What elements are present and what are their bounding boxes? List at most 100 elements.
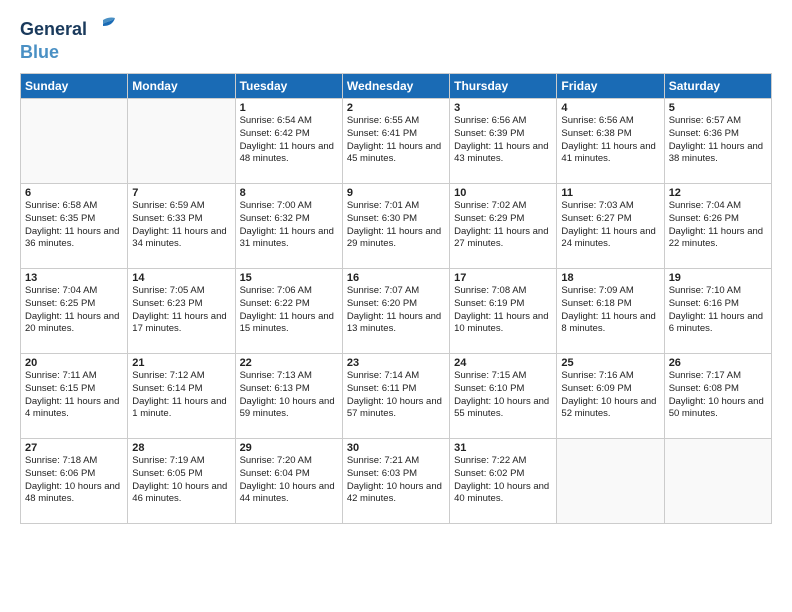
- header-saturday: Saturday: [664, 74, 771, 99]
- day-number: 17: [454, 272, 552, 284]
- day-info: Sunrise: 7:06 AM Sunset: 6:22 PM Dayligh…: [240, 285, 338, 336]
- calendar-cell: 27Sunrise: 7:18 AM Sunset: 6:06 PM Dayli…: [21, 439, 128, 524]
- day-info: Sunrise: 7:15 AM Sunset: 6:10 PM Dayligh…: [454, 370, 552, 421]
- day-info: Sunrise: 7:05 AM Sunset: 6:23 PM Dayligh…: [132, 285, 230, 336]
- day-info: Sunrise: 6:58 AM Sunset: 6:35 PM Dayligh…: [25, 200, 123, 251]
- day-number: 12: [669, 187, 767, 199]
- day-info: Sunrise: 6:56 AM Sunset: 6:38 PM Dayligh…: [561, 115, 659, 166]
- header-thursday: Thursday: [450, 74, 557, 99]
- day-number: 9: [347, 187, 445, 199]
- day-number: 8: [240, 187, 338, 199]
- logo-blue: Blue: [20, 42, 117, 63]
- calendar-cell: 29Sunrise: 7:20 AM Sunset: 6:04 PM Dayli…: [235, 439, 342, 524]
- calendar-cell: [557, 439, 664, 524]
- calendar-cell: 10Sunrise: 7:02 AM Sunset: 6:29 PM Dayli…: [450, 184, 557, 269]
- day-number: 11: [561, 187, 659, 199]
- calendar-cell: [128, 99, 235, 184]
- calendar-cell: 5Sunrise: 6:57 AM Sunset: 6:36 PM Daylig…: [664, 99, 771, 184]
- calendar-cell: 17Sunrise: 7:08 AM Sunset: 6:19 PM Dayli…: [450, 269, 557, 354]
- day-number: 13: [25, 272, 123, 284]
- day-number: 16: [347, 272, 445, 284]
- day-info: Sunrise: 7:17 AM Sunset: 6:08 PM Dayligh…: [669, 370, 767, 421]
- calendar-cell: 16Sunrise: 7:07 AM Sunset: 6:20 PM Dayli…: [342, 269, 449, 354]
- day-info: Sunrise: 7:10 AM Sunset: 6:16 PM Dayligh…: [669, 285, 767, 336]
- calendar-cell: 26Sunrise: 7:17 AM Sunset: 6:08 PM Dayli…: [664, 354, 771, 439]
- day-number: 26: [669, 357, 767, 369]
- header-sunday: Sunday: [21, 74, 128, 99]
- calendar-cell: 24Sunrise: 7:15 AM Sunset: 6:10 PM Dayli…: [450, 354, 557, 439]
- calendar-cell: 3Sunrise: 6:56 AM Sunset: 6:39 PM Daylig…: [450, 99, 557, 184]
- day-number: 25: [561, 357, 659, 369]
- day-number: 29: [240, 442, 338, 454]
- calendar-week-row: 20Sunrise: 7:11 AM Sunset: 6:15 PM Dayli…: [21, 354, 772, 439]
- day-number: 5: [669, 102, 767, 114]
- calendar-cell: 9Sunrise: 7:01 AM Sunset: 6:30 PM Daylig…: [342, 184, 449, 269]
- day-info: Sunrise: 7:02 AM Sunset: 6:29 PM Dayligh…: [454, 200, 552, 251]
- calendar-cell: 12Sunrise: 7:04 AM Sunset: 6:26 PM Dayli…: [664, 184, 771, 269]
- calendar-cell: 8Sunrise: 7:00 AM Sunset: 6:32 PM Daylig…: [235, 184, 342, 269]
- day-number: 10: [454, 187, 552, 199]
- day-number: 2: [347, 102, 445, 114]
- day-info: Sunrise: 7:08 AM Sunset: 6:19 PM Dayligh…: [454, 285, 552, 336]
- day-info: Sunrise: 6:56 AM Sunset: 6:39 PM Dayligh…: [454, 115, 552, 166]
- calendar-cell: 13Sunrise: 7:04 AM Sunset: 6:25 PM Dayli…: [21, 269, 128, 354]
- calendar-week-row: 27Sunrise: 7:18 AM Sunset: 6:06 PM Dayli…: [21, 439, 772, 524]
- calendar-cell: 18Sunrise: 7:09 AM Sunset: 6:18 PM Dayli…: [557, 269, 664, 354]
- calendar-cell: 28Sunrise: 7:19 AM Sunset: 6:05 PM Dayli…: [128, 439, 235, 524]
- calendar-cell: 19Sunrise: 7:10 AM Sunset: 6:16 PM Dayli…: [664, 269, 771, 354]
- day-info: Sunrise: 7:22 AM Sunset: 6:02 PM Dayligh…: [454, 455, 552, 506]
- calendar-cell: [21, 99, 128, 184]
- header-monday: Monday: [128, 74, 235, 99]
- logo: General Blue: [20, 18, 117, 63]
- calendar-cell: 30Sunrise: 7:21 AM Sunset: 6:03 PM Dayli…: [342, 439, 449, 524]
- calendar-cell: 20Sunrise: 7:11 AM Sunset: 6:15 PM Dayli…: [21, 354, 128, 439]
- day-number: 18: [561, 272, 659, 284]
- calendar-cell: 25Sunrise: 7:16 AM Sunset: 6:09 PM Dayli…: [557, 354, 664, 439]
- day-info: Sunrise: 7:19 AM Sunset: 6:05 PM Dayligh…: [132, 455, 230, 506]
- day-number: 20: [25, 357, 123, 369]
- day-number: 22: [240, 357, 338, 369]
- calendar-cell: 22Sunrise: 7:13 AM Sunset: 6:13 PM Dayli…: [235, 354, 342, 439]
- day-number: 7: [132, 187, 230, 199]
- day-info: Sunrise: 7:07 AM Sunset: 6:20 PM Dayligh…: [347, 285, 445, 336]
- calendar-week-row: 6Sunrise: 6:58 AM Sunset: 6:35 PM Daylig…: [21, 184, 772, 269]
- day-number: 30: [347, 442, 445, 454]
- day-number: 14: [132, 272, 230, 284]
- calendar-cell: [664, 439, 771, 524]
- header-friday: Friday: [557, 74, 664, 99]
- day-info: Sunrise: 6:57 AM Sunset: 6:36 PM Dayligh…: [669, 115, 767, 166]
- header-tuesday: Tuesday: [235, 74, 342, 99]
- day-number: 6: [25, 187, 123, 199]
- calendar-cell: 23Sunrise: 7:14 AM Sunset: 6:11 PM Dayli…: [342, 354, 449, 439]
- day-number: 15: [240, 272, 338, 284]
- day-number: 21: [132, 357, 230, 369]
- calendar-cell: 1Sunrise: 6:54 AM Sunset: 6:42 PM Daylig…: [235, 99, 342, 184]
- day-number: 24: [454, 357, 552, 369]
- day-info: Sunrise: 7:20 AM Sunset: 6:04 PM Dayligh…: [240, 455, 338, 506]
- day-info: Sunrise: 7:13 AM Sunset: 6:13 PM Dayligh…: [240, 370, 338, 421]
- day-number: 4: [561, 102, 659, 114]
- day-info: Sunrise: 6:59 AM Sunset: 6:33 PM Dayligh…: [132, 200, 230, 251]
- calendar-cell: 15Sunrise: 7:06 AM Sunset: 6:22 PM Dayli…: [235, 269, 342, 354]
- day-info: Sunrise: 7:21 AM Sunset: 6:03 PM Dayligh…: [347, 455, 445, 506]
- day-info: Sunrise: 7:04 AM Sunset: 6:25 PM Dayligh…: [25, 285, 123, 336]
- calendar-week-row: 13Sunrise: 7:04 AM Sunset: 6:25 PM Dayli…: [21, 269, 772, 354]
- logo-bird-icon: [89, 14, 117, 42]
- calendar-cell: 21Sunrise: 7:12 AM Sunset: 6:14 PM Dayli…: [128, 354, 235, 439]
- calendar-cell: 14Sunrise: 7:05 AM Sunset: 6:23 PM Dayli…: [128, 269, 235, 354]
- calendar-cell: 7Sunrise: 6:59 AM Sunset: 6:33 PM Daylig…: [128, 184, 235, 269]
- day-info: Sunrise: 6:54 AM Sunset: 6:42 PM Dayligh…: [240, 115, 338, 166]
- day-info: Sunrise: 7:09 AM Sunset: 6:18 PM Dayligh…: [561, 285, 659, 336]
- day-number: 19: [669, 272, 767, 284]
- day-number: 31: [454, 442, 552, 454]
- day-number: 3: [454, 102, 552, 114]
- day-info: Sunrise: 7:04 AM Sunset: 6:26 PM Dayligh…: [669, 200, 767, 251]
- weekday-header-row: Sunday Monday Tuesday Wednesday Thursday…: [21, 74, 772, 99]
- day-info: Sunrise: 7:01 AM Sunset: 6:30 PM Dayligh…: [347, 200, 445, 251]
- day-info: Sunrise: 7:18 AM Sunset: 6:06 PM Dayligh…: [25, 455, 123, 506]
- calendar-cell: 11Sunrise: 7:03 AM Sunset: 6:27 PM Dayli…: [557, 184, 664, 269]
- calendar-cell: 4Sunrise: 6:56 AM Sunset: 6:38 PM Daylig…: [557, 99, 664, 184]
- header-wednesday: Wednesday: [342, 74, 449, 99]
- page: General Blue Sunday Monday Tuesday: [0, 0, 792, 534]
- day-info: Sunrise: 7:11 AM Sunset: 6:15 PM Dayligh…: [25, 370, 123, 421]
